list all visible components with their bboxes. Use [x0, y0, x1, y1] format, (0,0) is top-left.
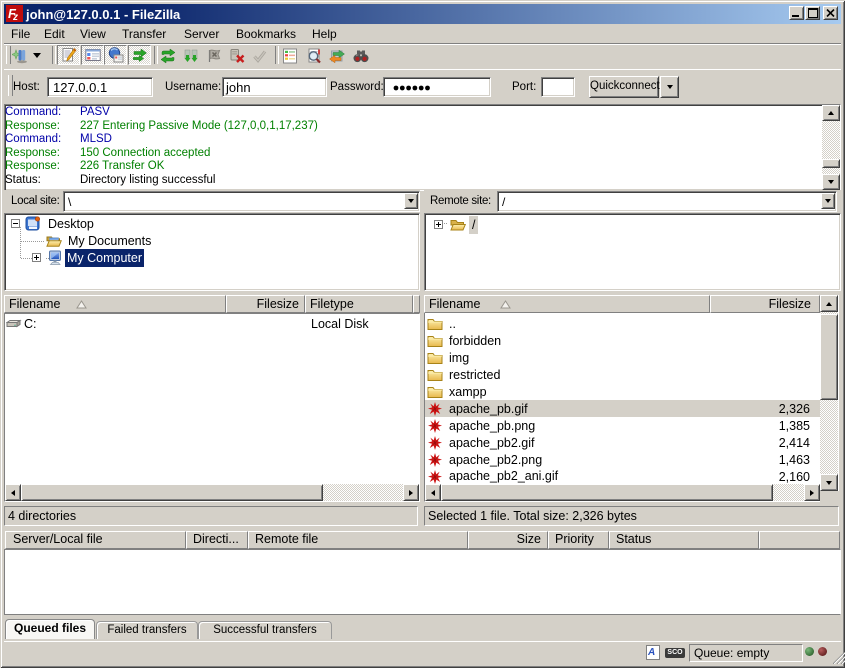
svg-text:z: z	[12, 12, 18, 22]
